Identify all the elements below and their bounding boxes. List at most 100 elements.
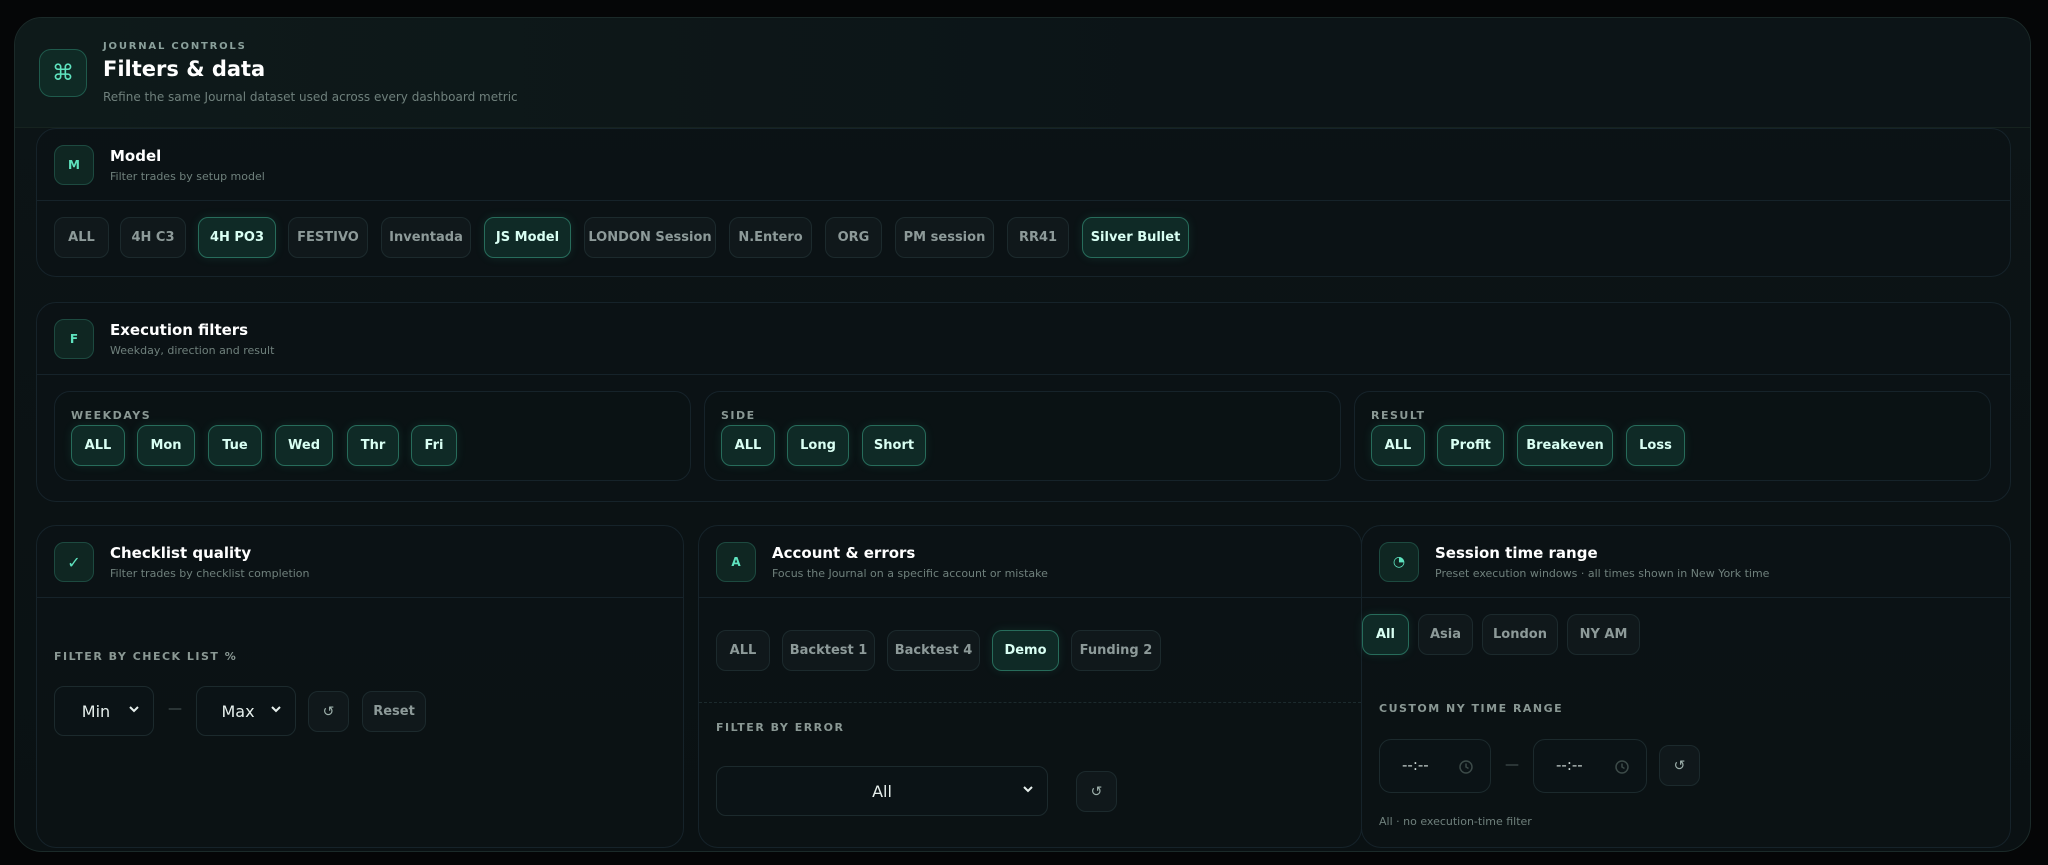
panel-header: ⌘ JOURNAL CONTROLS Filters & data Refine…: [15, 18, 2030, 128]
session-panel: ◔ Session time range Preset execution wi…: [1361, 525, 2011, 848]
model-chip-n-entero[interactable]: N.Entero: [729, 217, 812, 258]
weekday-chip-tue[interactable]: Tue: [208, 425, 262, 466]
account-badge: A: [716, 542, 756, 582]
chevron-down-icon: [129, 706, 139, 713]
checklist-header: ✓ Checklist quality Filter trades by che…: [37, 526, 683, 598]
account-chip-backtest-1[interactable]: Backtest 1: [782, 630, 875, 671]
weekday-chip-wed[interactable]: Wed: [275, 425, 333, 466]
execution-subtitle: Weekday, direction and result: [110, 344, 275, 357]
time-to-input[interactable]: --:--: [1533, 739, 1647, 793]
result-chip-loss[interactable]: Loss: [1626, 425, 1685, 466]
execution-panel: F Execution filters Weekday, direction a…: [36, 302, 2011, 502]
checklist-panel: ✓ Checklist quality Filter trades by che…: [36, 525, 684, 848]
error-refresh-button[interactable]: ↺: [1076, 771, 1117, 812]
result-chip-profit[interactable]: Profit: [1437, 425, 1504, 466]
eyebrow: JOURNAL CONTROLS: [103, 41, 247, 52]
refresh-icon: ↺: [1090, 783, 1103, 800]
model-chip-js-model[interactable]: JS Model: [484, 217, 571, 258]
account-chip-backtest-4[interactable]: Backtest 4: [887, 630, 980, 671]
time-refresh-button[interactable]: ↺: [1659, 745, 1700, 786]
account-title: Account & errors: [772, 544, 916, 562]
result-chip-all[interactable]: ALL: [1371, 425, 1425, 466]
side-chip-short[interactable]: Short: [862, 425, 926, 466]
model-chip-all[interactable]: ALL: [54, 217, 109, 258]
session-chip-asia[interactable]: Asia: [1418, 614, 1473, 655]
chevron-down-icon: [1023, 786, 1033, 793]
session-subtitle: Preset execution windows · all times sho…: [1435, 567, 1770, 580]
clock-icon: [1615, 760, 1629, 774]
time-to-value: --:--: [1556, 756, 1583, 774]
max-value: Max: [221, 701, 255, 721]
custom-range-label: CUSTOM NY TIME RANGE: [1379, 702, 1564, 715]
weekdays-group: WEEKDAYS ALL Mon Tue Wed Thr Fri: [54, 391, 691, 481]
account-chip-funding-2[interactable]: Funding 2: [1071, 630, 1161, 671]
page-subtitle: Refine the same Journal dataset used acr…: [103, 90, 518, 104]
side-chip-long[interactable]: Long: [787, 425, 849, 466]
side-chip-all[interactable]: ALL: [721, 425, 775, 466]
divider: [699, 702, 1361, 703]
page-title: Filters & data: [103, 57, 266, 81]
error-select[interactable]: All: [716, 766, 1048, 816]
result-label: RESULT: [1371, 409, 1426, 422]
model-chip-inventada[interactable]: Inventada: [381, 217, 471, 258]
weekday-chip-all[interactable]: ALL: [71, 425, 125, 466]
execution-header: F Execution filters Weekday, direction a…: [37, 303, 2010, 375]
side-label: SIDE: [721, 409, 756, 422]
model-header: M Model Filter trades by setup model: [37, 129, 2010, 201]
session-header: ◔ Session time range Preset execution wi…: [1362, 526, 2010, 598]
command-icon: ⌘: [39, 49, 87, 97]
model-chip-london-session[interactable]: LONDON Session: [584, 217, 716, 258]
clock-icon: [1459, 760, 1473, 774]
error-filter-label: FILTER BY ERROR: [716, 721, 845, 734]
checklist-min-select[interactable]: Min: [54, 686, 154, 736]
checklist-subtitle: Filter trades by checklist completion: [110, 567, 310, 580]
result-group: RESULT ALL Profit Breakeven Loss: [1354, 391, 1991, 481]
chevron-down-icon: [271, 706, 281, 713]
clock-icon: ◔: [1379, 542, 1419, 582]
model-chip-festivo[interactable]: FESTIVO: [288, 217, 368, 258]
session-chip-ny-am[interactable]: NY AM: [1567, 614, 1640, 655]
account-panel: A Account & errors Focus the Journal on …: [698, 525, 1362, 848]
model-chip-org[interactable]: ORG: [825, 217, 882, 258]
model-chip-rr41[interactable]: RR41: [1007, 217, 1069, 258]
side-group: SIDE ALL Long Short: [704, 391, 1341, 481]
weekdays-label: WEEKDAYS: [71, 409, 152, 422]
session-note: All · no execution-time filter: [1379, 815, 1532, 828]
checklist-reset-button[interactable]: Reset: [362, 691, 426, 732]
model-chip-4h-c3[interactable]: 4H C3: [120, 217, 186, 258]
check-icon: ✓: [54, 542, 94, 582]
model-chip-4h-po3[interactable]: 4H PO3: [198, 217, 276, 258]
model-chip-pm-session[interactable]: PM session: [895, 217, 994, 258]
min-value: Min: [81, 701, 111, 721]
weekday-chip-mon[interactable]: Mon: [137, 425, 195, 466]
account-chip-demo[interactable]: Demo: [992, 630, 1059, 671]
checklist-title: Checklist quality: [110, 544, 252, 562]
session-chip-london[interactable]: London: [1482, 614, 1558, 655]
execution-badge: F: [54, 319, 94, 359]
refresh-icon: ↺: [1673, 757, 1686, 774]
model-badge: M: [54, 145, 94, 185]
weekday-chip-fri[interactable]: Fri: [411, 425, 457, 466]
range-separator: —: [168, 701, 182, 717]
session-title: Session time range: [1435, 544, 1598, 562]
refresh-icon: ↺: [322, 703, 335, 720]
checklist-max-select[interactable]: Max: [196, 686, 296, 736]
model-chip-silver-bullet[interactable]: Silver Bullet: [1082, 217, 1189, 258]
range-separator: —: [1505, 757, 1519, 773]
model-subtitle: Filter trades by setup model: [110, 170, 265, 183]
checklist-refresh-button[interactable]: ↺: [308, 691, 349, 732]
time-from-input[interactable]: --:--: [1379, 739, 1491, 793]
model-title: Model: [110, 147, 162, 165]
execution-title: Execution filters: [110, 321, 249, 339]
weekday-chip-thr[interactable]: Thr: [347, 425, 399, 466]
account-header: A Account & errors Focus the Journal on …: [699, 526, 1361, 598]
error-value: All: [872, 781, 892, 801]
model-panel: M Model Filter trades by setup model ALL…: [36, 128, 2011, 277]
checklist-filter-label: FILTER BY CHECK LIST %: [54, 650, 238, 663]
account-chip-all[interactable]: ALL: [716, 630, 770, 671]
result-chip-breakeven[interactable]: Breakeven: [1517, 425, 1613, 466]
time-from-value: --:--: [1402, 756, 1429, 774]
session-chip-all[interactable]: All: [1362, 614, 1409, 655]
account-subtitle: Focus the Journal on a specific account …: [772, 567, 1048, 580]
filters-panel: ⌘ JOURNAL CONTROLS Filters & data Refine…: [14, 17, 2031, 852]
